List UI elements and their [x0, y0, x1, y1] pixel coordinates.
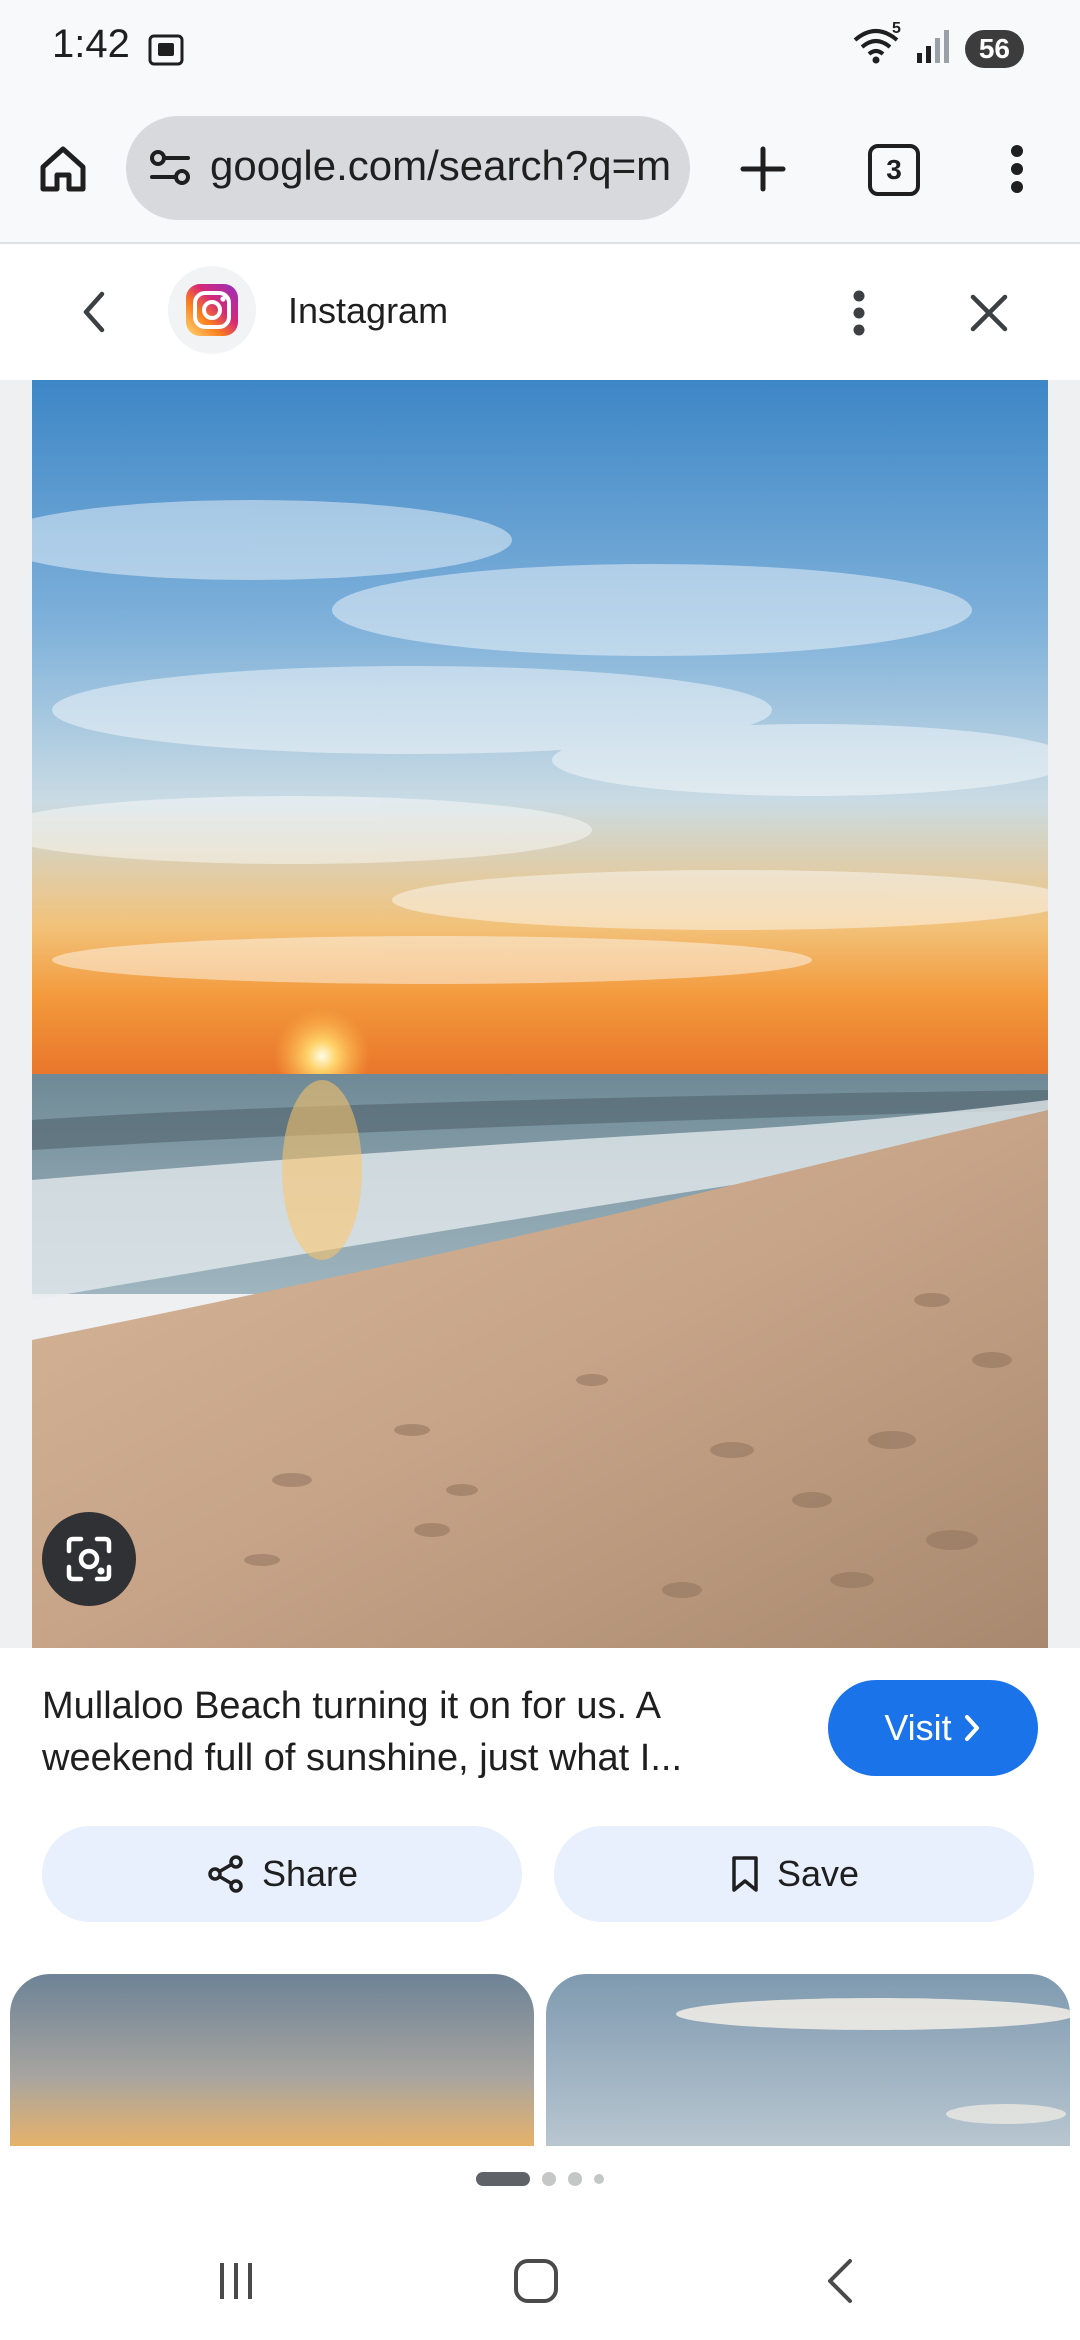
- address-bar[interactable]: google.com/search?q=m: [126, 116, 690, 220]
- visit-label: Visit: [884, 1707, 952, 1748]
- close-icon: [970, 294, 1008, 332]
- result-caption[interactable]: Mullaloo Beach turning it on for us. A w…: [42, 1680, 802, 1784]
- visit-button[interactable]: Visit: [828, 1680, 1038, 1776]
- page-dot: [568, 2172, 582, 2186]
- signal-icon: [915, 27, 951, 70]
- panel-more-button[interactable]: [832, 280, 886, 346]
- save-button[interactable]: Save: [554, 1826, 1034, 1922]
- result-panel-header: Instagram: [0, 244, 1080, 380]
- panel-back-button[interactable]: [66, 284, 122, 340]
- status-bar: 1:42 5 56: [0, 0, 1080, 100]
- home-icon: [40, 146, 86, 192]
- wifi-badge: 5: [891, 20, 901, 37]
- page-dot: [594, 2174, 604, 2184]
- share-button[interactable]: Share: [42, 1826, 522, 1922]
- recents-icon: [220, 2263, 252, 2299]
- new-tab-button[interactable]: [730, 136, 796, 202]
- save-label: Save: [776, 1853, 860, 1894]
- lens-button[interactable]: [42, 1512, 136, 1606]
- result-image[interactable]: [32, 380, 1048, 1648]
- site-settings-icon[interactable]: [148, 146, 192, 195]
- chevron-left-icon: [83, 291, 105, 333]
- browser-toolbar: google.com/search?q=m 3: [0, 100, 1080, 244]
- source-name[interactable]: Instagram: [288, 290, 448, 332]
- recents-button[interactable]: [196, 2250, 276, 2312]
- lens-icon: [66, 1536, 112, 1582]
- back-icon: [828, 2259, 852, 2303]
- home-button[interactable]: [30, 136, 96, 202]
- more-vert-icon: [853, 290, 865, 336]
- plus-icon: [740, 146, 786, 192]
- tabs-icon[interactable]: 3: [868, 144, 920, 196]
- system-back-button[interactable]: [800, 2250, 880, 2312]
- page-dot-active: [476, 2172, 530, 2186]
- more-vert-icon: [1011, 145, 1023, 193]
- home-icon: [514, 2259, 558, 2303]
- system-nav-bar: [0, 2220, 1080, 2340]
- page-dot: [542, 2172, 556, 2186]
- wifi-icon: 5: [851, 20, 901, 71]
- url-text[interactable]: google.com/search?q=m: [210, 142, 670, 190]
- instagram-icon: [186, 284, 238, 336]
- browser-menu-button[interactable]: [990, 136, 1044, 202]
- chevron-right-icon: [964, 1715, 979, 1741]
- status-time: 1:42: [52, 22, 130, 66]
- bookmark-icon: [732, 1856, 758, 1892]
- screenshot-icon: [146, 30, 186, 75]
- related-image-2[interactable]: [546, 1974, 1070, 2146]
- share-label: Share: [261, 1853, 359, 1894]
- battery-icon: 56: [964, 29, 1024, 68]
- system-home-button[interactable]: [496, 2250, 576, 2312]
- related-image-1[interactable]: [10, 1974, 534, 2146]
- source-avatar[interactable]: [168, 266, 256, 354]
- share-icon: [208, 1855, 243, 1893]
- page-indicator: [0, 2172, 1080, 2186]
- panel-close-button[interactable]: [956, 280, 1022, 346]
